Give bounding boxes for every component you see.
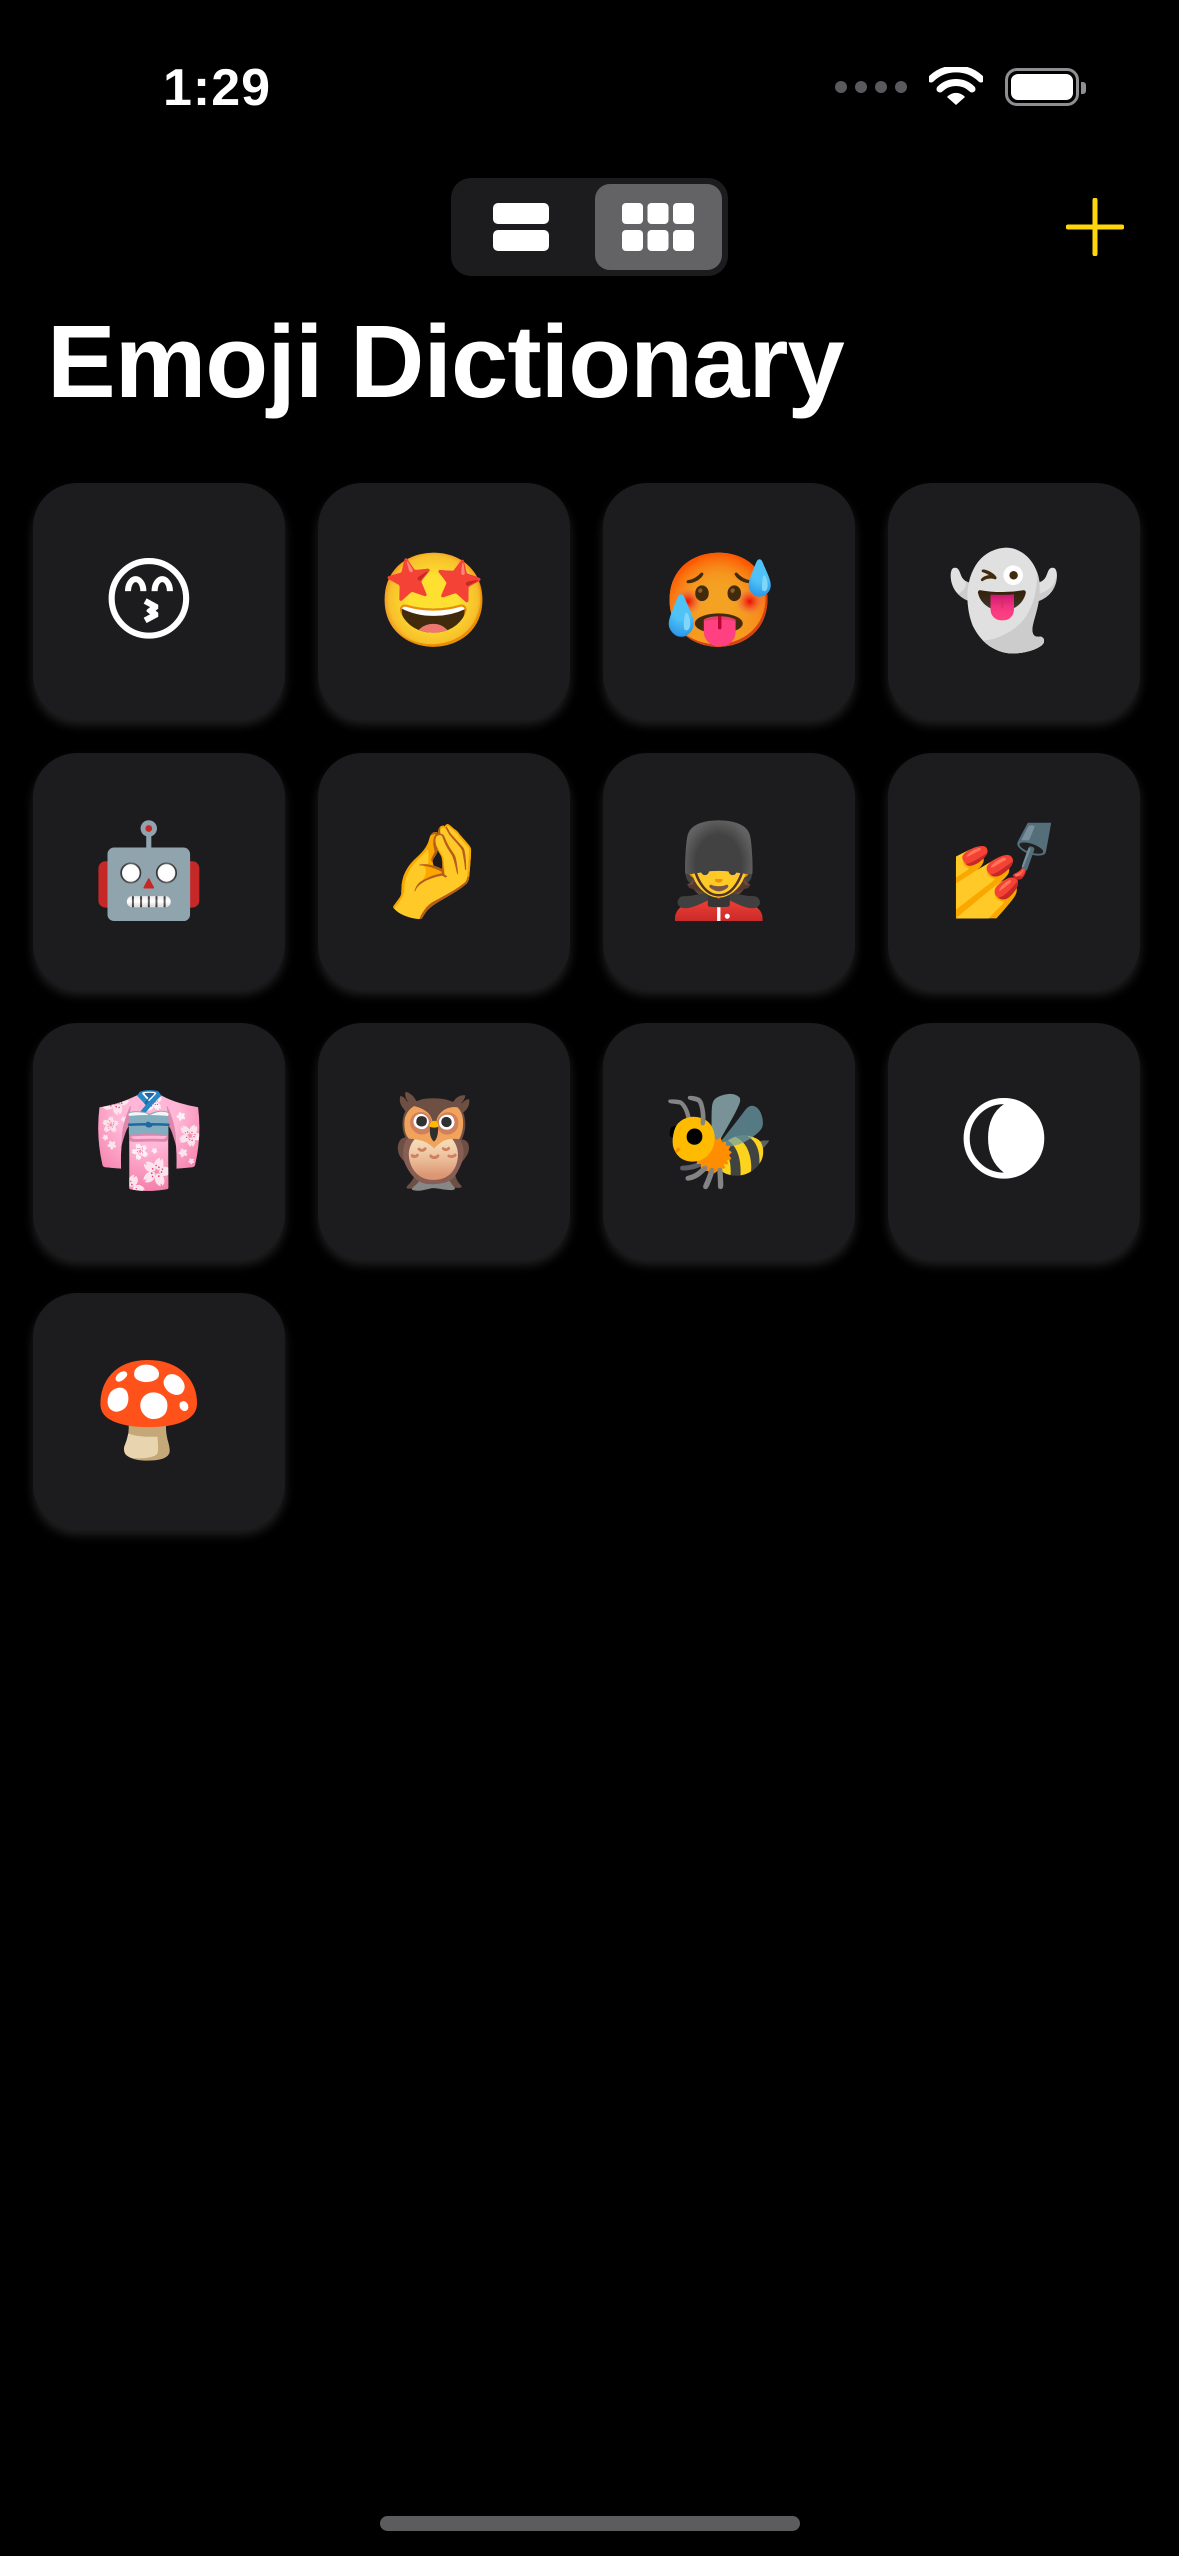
emoji: 🥵 <box>661 550 777 652</box>
emoji-card[interactable]: 🍄 <box>33 1293 285 1529</box>
emoji: 👻 <box>946 550 1062 652</box>
emoji-card[interactable]: 🤌 <box>318 753 570 989</box>
layout-segmented-control <box>451 178 728 276</box>
emoji: 👘 <box>91 1090 207 1192</box>
emoji: 💅 <box>946 820 1062 922</box>
wifi-icon <box>929 67 983 105</box>
page-title: Emoji Dictionary <box>47 304 845 419</box>
status-indicators <box>835 62 1086 112</box>
emoji: 🍄 <box>91 1360 207 1462</box>
battery-icon <box>1005 68 1086 106</box>
emoji-card[interactable]: 💂 <box>603 753 855 989</box>
emoji: 🦉 <box>376 1090 492 1192</box>
plus-icon <box>1065 197 1125 257</box>
cellular-signal-icon <box>835 81 907 93</box>
emoji: 🐝 <box>661 1090 777 1192</box>
emoji: 🤩 <box>376 550 492 652</box>
emoji: 💂 <box>661 820 777 922</box>
list-layout-button[interactable] <box>457 184 585 270</box>
emoji-card[interactable]: 🤩 <box>318 483 570 719</box>
emoji-grid: 😙 🤩 🥵 👻 🤖 🤌 💂 💅 👘 🦉 🐝 🌘 🍄 <box>33 483 1143 1529</box>
home-indicator[interactable] <box>380 2516 800 2531</box>
list-layout-icon <box>492 203 549 251</box>
add-emoji-button[interactable] <box>1065 197 1125 257</box>
emoji-card[interactable]: 🐝 <box>603 1023 855 1259</box>
emoji-card[interactable]: 🦉 <box>318 1023 570 1259</box>
status-time: 1:29 <box>163 59 272 117</box>
grid-layout-icon <box>622 203 695 251</box>
emoji: 🌘 <box>956 1090 1052 1192</box>
emoji-card[interactable]: 👘 <box>33 1023 285 1259</box>
emoji-card[interactable]: 🌘 <box>888 1023 1140 1259</box>
emoji-card[interactable]: 🤖 <box>33 753 285 989</box>
emoji-card[interactable]: 🥵 <box>603 483 855 719</box>
emoji: 😙 <box>101 550 197 652</box>
emoji-card[interactable]: 💅 <box>888 753 1140 989</box>
emoji: 🤖 <box>91 820 207 922</box>
emoji: 🤌 <box>376 820 492 922</box>
grid-layout-button[interactable] <box>594 184 722 270</box>
emoji-card[interactable]: 👻 <box>888 483 1140 719</box>
emoji-card[interactable]: 😙 <box>33 483 285 719</box>
